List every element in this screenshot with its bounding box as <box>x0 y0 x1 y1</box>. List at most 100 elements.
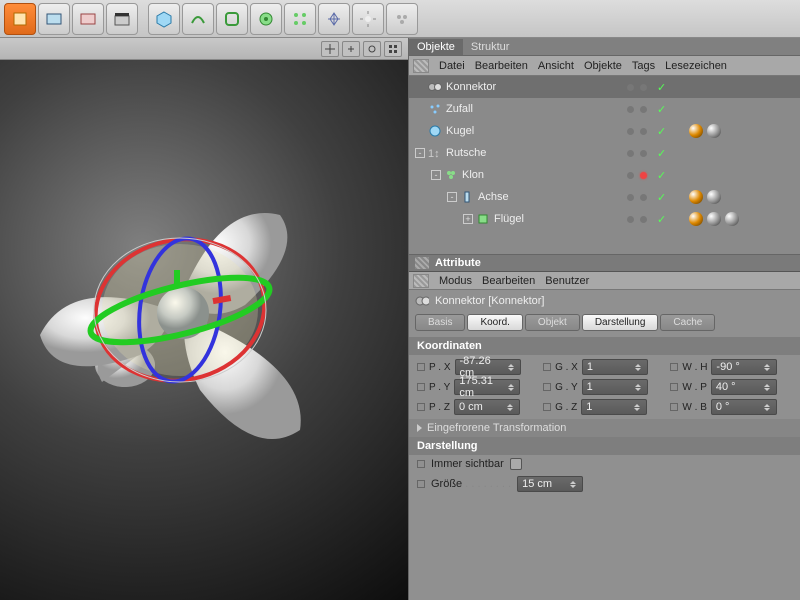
menu-datei[interactable]: Datei <box>439 60 465 72</box>
tool-light[interactable] <box>352 3 384 35</box>
check-icon[interactable]: ✓ <box>657 81 666 94</box>
check-icon[interactable]: ✓ <box>657 103 666 116</box>
visibility-dot[interactable] <box>640 150 647 157</box>
vp-zoom-icon[interactable] <box>342 41 360 57</box>
menu-modus[interactable]: Modus <box>439 275 472 287</box>
attab-cache[interactable]: Cache <box>660 314 715 331</box>
check-icon[interactable]: ✓ <box>657 147 666 160</box>
tree-row-klon[interactable]: -Klon✓ <box>409 164 800 186</box>
lock-icon[interactable] <box>417 383 425 391</box>
visibility-dot[interactable] <box>640 194 647 201</box>
tag-grey-icon[interactable] <box>707 124 721 138</box>
grip-icon[interactable] <box>415 257 429 269</box>
tree-row-achse[interactable]: -Achse✓ <box>409 186 800 208</box>
tree-row-konnektor[interactable]: Konnektor✓ <box>409 76 800 98</box>
svg-text:1↕: 1↕ <box>428 148 440 160</box>
field-gy[interactable]: 1 <box>582 379 648 395</box>
lock-icon[interactable] <box>417 403 425 411</box>
visibility-dot[interactable] <box>627 216 634 223</box>
checkbox-always-visible[interactable] <box>510 458 522 470</box>
attab-darstellung[interactable]: Darstellung <box>582 314 659 331</box>
menu-lesezeichen[interactable]: Lesezeichen <box>665 60 727 72</box>
check-icon[interactable]: ✓ <box>657 169 666 182</box>
visibility-dot[interactable] <box>640 128 647 135</box>
tree-row-rutsche[interactable]: -1↕Rutsche✓ <box>409 142 800 164</box>
field-wh[interactable]: -90 ° <box>711 359 777 375</box>
menu-bearbeiten2[interactable]: Bearbeiten <box>482 275 535 287</box>
menu-ansicht[interactable]: Ansicht <box>538 60 574 72</box>
tool-anim[interactable] <box>38 3 70 35</box>
check-icon[interactable]: ✓ <box>657 213 666 226</box>
tree-row-flügel[interactable]: +Flügel✓ <box>409 208 800 230</box>
field-wb[interactable]: 0 ° <box>711 399 777 415</box>
object-manager[interactable]: Konnektor✓Zufall✓Kugel✓-1↕Rutsche✓-Klon✓… <box>409 76 800 254</box>
tree-row-zufall[interactable]: Zufall✓ <box>409 98 800 120</box>
lock-icon[interactable] <box>417 480 425 488</box>
tag-grey-icon[interactable] <box>725 212 739 226</box>
visibility-dot[interactable] <box>627 194 634 201</box>
attab-objekt[interactable]: Objekt <box>525 314 580 331</box>
tag-white-icon[interactable] <box>707 212 721 226</box>
visibility-dot[interactable] <box>627 106 634 113</box>
tool-cube[interactable] <box>4 3 36 35</box>
check-icon[interactable]: ✓ <box>657 125 666 138</box>
tab-struktur[interactable]: Struktur <box>463 39 518 55</box>
menu-tags[interactable]: Tags <box>632 60 655 72</box>
field-py[interactable]: 175.31 cm <box>454 379 520 395</box>
tree-row-kugel[interactable]: Kugel✓ <box>409 120 800 142</box>
visibility-dot[interactable] <box>640 106 647 113</box>
visibility-dot[interactable] <box>627 128 634 135</box>
field-pz[interactable]: 0 cm <box>454 399 520 415</box>
tool-scene[interactable] <box>386 3 418 35</box>
check-icon[interactable]: ✓ <box>657 191 666 204</box>
vp-frame-icon[interactable] <box>384 41 402 57</box>
tag-orange-icon[interactable] <box>689 212 703 226</box>
tag-grey-icon[interactable] <box>707 190 721 204</box>
tool-clapper[interactable] <box>106 3 138 35</box>
tag-orange-icon[interactable] <box>689 190 703 204</box>
field-gz[interactable]: 1 <box>581 399 647 415</box>
tool-spline[interactable] <box>182 3 214 35</box>
tool-primitive[interactable] <box>148 3 180 35</box>
grip-icon[interactable] <box>413 274 429 288</box>
lock-icon[interactable] <box>543 363 551 371</box>
frozen-head[interactable]: Eingefrorene Transformation <box>409 419 800 437</box>
lock-icon[interactable] <box>543 383 551 391</box>
field-gx[interactable]: 1 <box>582 359 648 375</box>
vp-rotate-icon[interactable] <box>363 41 381 57</box>
lock-icon[interactable] <box>670 363 678 371</box>
expand-icon[interactable]: - <box>415 148 425 158</box>
visibility-dot[interactable] <box>627 172 634 179</box>
viewport-3d[interactable] <box>0 60 408 600</box>
lock-icon[interactable] <box>670 403 678 411</box>
lock-icon[interactable] <box>670 383 678 391</box>
lock-icon[interactable] <box>543 403 551 411</box>
tool-film[interactable] <box>72 3 104 35</box>
attab-koord[interactable]: Koord. <box>467 314 522 331</box>
visibility-dot[interactable] <box>627 150 634 157</box>
menu-bearbeiten[interactable]: Bearbeiten <box>475 60 528 72</box>
attab-basis[interactable]: Basis <box>415 314 465 331</box>
tool-camera[interactable] <box>318 3 350 35</box>
tool-deformer[interactable] <box>250 3 282 35</box>
visibility-dot[interactable] <box>627 84 634 91</box>
field-size[interactable]: 15 cm <box>517 476 583 492</box>
expand-icon[interactable]: - <box>431 170 441 180</box>
tag-orange-icon[interactable] <box>689 124 703 138</box>
tab-objekte[interactable]: Objekte <box>409 39 463 55</box>
field-px[interactable]: -87.26 cm <box>455 359 521 375</box>
visibility-dot[interactable] <box>640 172 647 179</box>
tool-array[interactable] <box>284 3 316 35</box>
menu-benutzer[interactable]: Benutzer <box>545 275 589 287</box>
expand-icon[interactable]: - <box>447 192 457 202</box>
vp-pan-icon[interactable] <box>321 41 339 57</box>
field-wp[interactable]: 40 ° <box>711 379 777 395</box>
visibility-dot[interactable] <box>640 216 647 223</box>
lock-icon[interactable] <box>417 460 425 468</box>
tool-nurbs[interactable] <box>216 3 248 35</box>
lock-icon[interactable] <box>417 363 425 371</box>
visibility-dot[interactable] <box>640 84 647 91</box>
expand-icon[interactable]: + <box>463 214 473 224</box>
menu-objekte[interactable]: Objekte <box>584 60 622 72</box>
grip-icon[interactable] <box>413 59 429 73</box>
